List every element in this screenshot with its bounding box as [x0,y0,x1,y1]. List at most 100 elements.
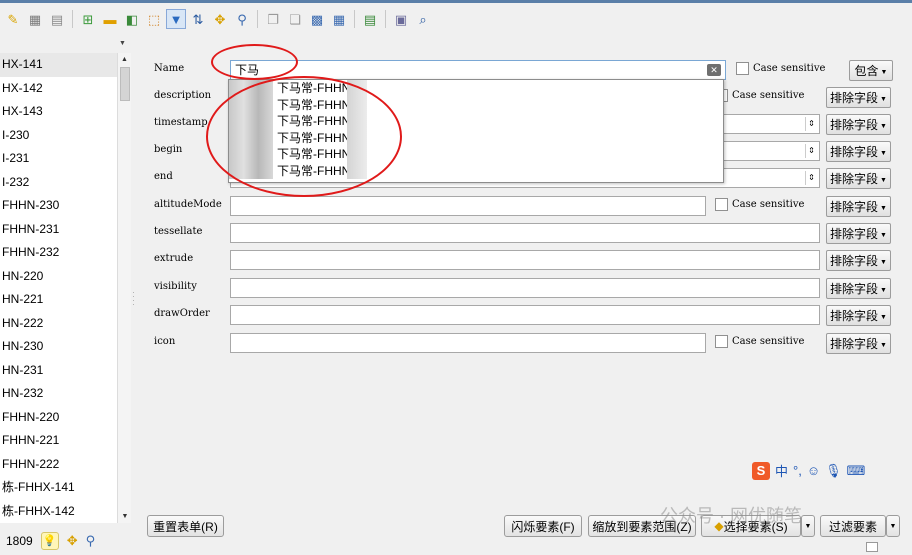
operator-button[interactable]: 排除字段 ▼ [826,87,891,108]
resize-grip[interactable] [866,542,878,552]
keyboard-icon[interactable]: ⌨ [847,463,866,479]
case-sensitive-toggle[interactable]: Case sensitive [715,89,804,102]
autocomplete-item[interactable]: 下马常-FHHN-. [229,113,723,130]
extrude-input[interactable] [230,250,820,270]
chevron-down-icon: ▼ [880,342,887,349]
list-item[interactable]: I-231 [0,147,130,171]
visibility-input[interactable] [230,278,820,298]
list-item[interactable]: HX-142 [0,77,130,101]
autocomplete-item[interactable]: 下马常-FHHN-2: [229,162,723,179]
spin-icon[interactable]: ⇕ [805,171,817,185]
case-sensitive-toggle[interactable]: Case sensitive [715,335,804,348]
spin-icon[interactable]: ⇕ [805,144,817,158]
icon-input[interactable] [230,333,706,353]
table-view-icon[interactable]: ▣ [391,9,411,29]
list-scrollbar[interactable]: ▲ ▼ [117,53,131,523]
list-item[interactable]: 栋-FHHX-142 [0,500,130,524]
filter-icon[interactable]: ▼ [166,9,186,29]
list-item[interactable]: I-230 [0,124,130,148]
list-item[interactable]: HN-231 [0,359,130,383]
operator-button[interactable]: 排除字段 ▼ [826,278,891,299]
list-item[interactable]: FHHN-222 [0,453,130,477]
conditional-format-icon[interactable]: ▦ [329,9,349,29]
scrollbar-thumb[interactable] [120,67,130,101]
autocomplete-item[interactable]: 下马常-FHHN- [229,96,723,113]
calc-field-icon[interactable]: ⊞ [78,9,98,29]
list-dropdown-caret-icon[interactable]: ▼ [119,40,126,47]
list-item[interactable]: HN-220 [0,265,130,289]
form-row-draworder: drawOrder 排除字段 ▼ [138,305,898,326]
move-selection-icon[interactable]: ⇅ [188,9,208,29]
operator-button[interactable]: 排除字段 ▼ [826,250,891,271]
case-sensitive-checkbox[interactable] [736,62,749,75]
ime-mode[interactable]: 中 [775,461,788,480]
operator-button[interactable]: 排除字段 ▼ [826,168,891,189]
splitter-handle[interactable]: · · · · [132,288,135,309]
clear-input-icon[interactable]: ✕ [707,64,721,76]
layer-icon[interactable]: ▤ [47,9,67,29]
list-item[interactable]: HN-221 [0,288,130,312]
list-item[interactable]: FHHN-221 [0,429,130,453]
deselect-icon[interactable]: ⬚ [144,9,164,29]
pan-to-selected-icon[interactable]: ✥ [67,533,78,549]
ime-logo-icon[interactable]: S [752,461,770,480]
select-all-icon[interactable]: ◧ [122,9,142,29]
save-edits-icon[interactable]: ▦ [25,9,45,29]
zoom-to-icon[interactable]: ⚲ [232,9,252,29]
name-input[interactable]: 下马 ✕ [230,60,726,80]
case-sensitive-toggle[interactable]: Case sensitive [715,198,804,211]
list-item[interactable]: HX-143 [0,100,130,124]
operator-button[interactable]: 排除字段 ▼ [826,333,891,354]
list-item[interactable]: HX-141 [0,53,130,77]
operator-button[interactable]: 排除字段 ▼ [826,305,891,326]
case-sensitive-checkbox[interactable] [715,335,728,348]
list-item[interactable]: FHHN-231 [0,218,130,242]
reset-form-button[interactable]: 重置表单(R) [147,515,224,537]
scroll-up-icon[interactable]: ▲ [118,53,131,66]
operator-button[interactable]: 排除字段 ▼ [826,196,891,217]
autocomplete-item[interactable]: 下马常-FHHN-2 [229,146,723,163]
operator-button[interactable]: 包含 ▼ [849,60,893,81]
list-item[interactable]: FHHN-232 [0,241,130,265]
ime-punctuation[interactable]: °, [793,463,802,478]
tessellate-input[interactable] [230,223,820,243]
list-item[interactable]: FHHN-230 [0,194,130,218]
paste-icon[interactable]: ❏ [285,9,305,29]
list-item[interactable]: 栋-FHHX-141 [0,476,130,500]
filter-features-dropdown[interactable]: ▼ [886,515,900,537]
select-features-dropdown[interactable]: ▼ [801,515,815,537]
operator-button[interactable]: 排除字段 ▼ [826,141,891,162]
scroll-down-icon[interactable]: ▼ [118,510,132,523]
pan-to-icon[interactable]: ✥ [210,9,230,29]
operator-button[interactable]: 排除字段 ▼ [826,223,891,244]
flash-features-button[interactable]: 闪烁要素(F) [504,515,582,537]
zoom-to-selected-icon[interactable]: ⚲ [86,533,96,549]
filter-features-button[interactable]: 过滤要素 [820,515,886,537]
chevron-down-icon: ▼ [880,69,888,76]
list-item[interactable]: I-232 [0,171,130,195]
operator-button[interactable]: 排除字段 ▼ [826,114,891,135]
chevron-down-icon: ▼ [880,287,887,294]
list-item[interactable]: HN-222 [0,312,130,336]
edit-icon[interactable]: ✎ [3,9,23,29]
emoji-icon[interactable]: ☺ [807,463,820,478]
autocomplete-item[interactable]: 下马常-FHHN- [229,80,723,97]
expression-bulb-icon[interactable]: 💡 [40,531,59,550]
identify-icon[interactable]: ⌕ [413,9,433,29]
list-item[interactable]: HN-232 [0,382,130,406]
microphone-icon[interactable]: 🎙 [825,463,842,479]
altitudemode-input[interactable] [230,196,706,216]
draworder-input[interactable] [230,305,820,325]
copy-icon[interactable]: ❐ [263,9,283,29]
form-view-icon[interactable]: ▤ [360,9,380,29]
case-sensitive-checkbox[interactable] [715,198,728,211]
field-calculator-icon[interactable]: ▩ [307,9,327,29]
case-sensitive-toggle[interactable]: Case sensitive [736,62,825,75]
list-item[interactable]: FHHN-220 [0,406,130,430]
redacted-blur [229,80,273,97]
attribute-table-icon[interactable]: ▬ [100,9,120,29]
spin-icon[interactable]: ⇕ [805,117,817,131]
autocomplete-item[interactable]: 下马常-FHHN-2 [229,129,723,146]
chevron-down-icon: ▼ [880,177,887,184]
list-item[interactable]: HN-230 [0,335,130,359]
